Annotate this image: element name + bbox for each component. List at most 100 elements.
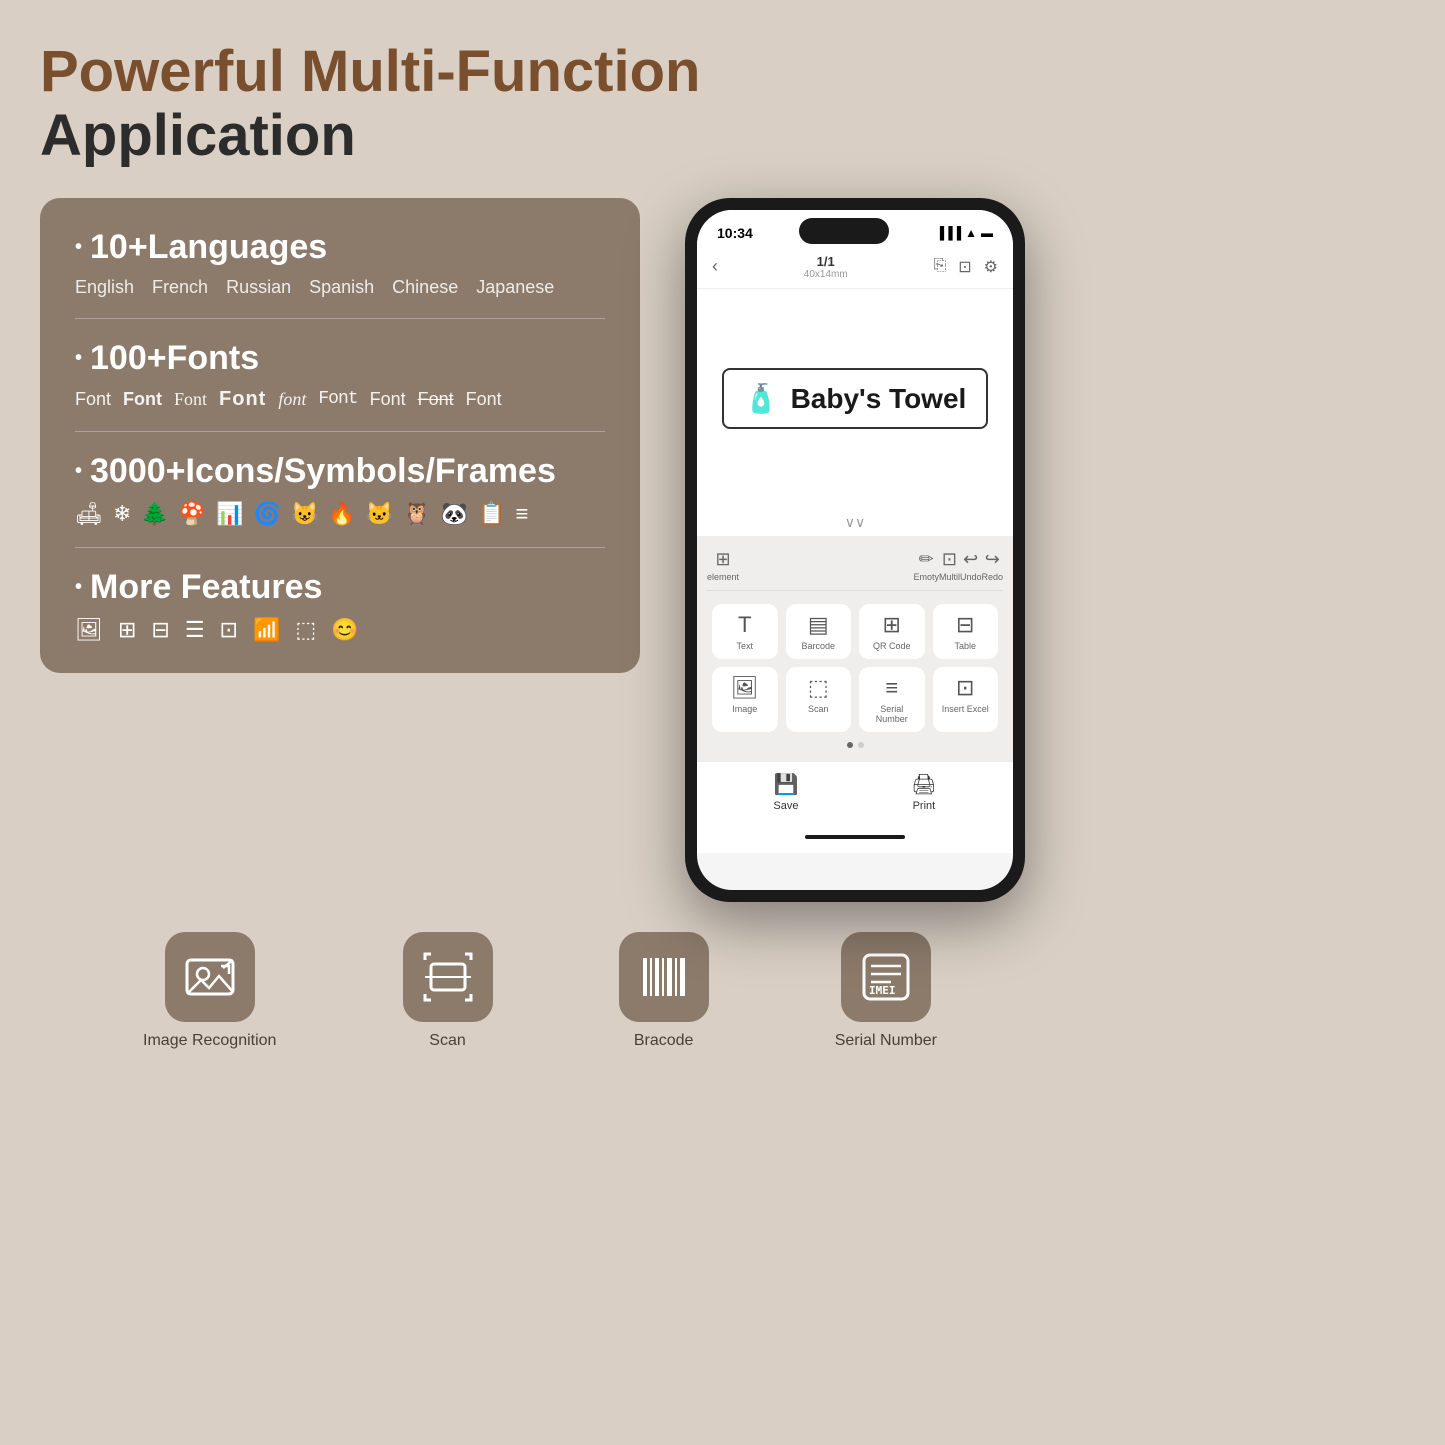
bullet-icon: • [75, 347, 82, 370]
toolbar-top: ⊞ element ✏ Emoty ⊡ Multil [707, 544, 1003, 591]
icon-face2: 🐱 [366, 501, 393, 527]
serial-label: Serial Number [863, 704, 921, 724]
icon-layers: 📋 [478, 501, 505, 527]
more-features-section: • More Features 🖼 ⊞ ⊟ ☰ ⊡ 📶 ⬚ 😊 [75, 568, 605, 643]
page-size: 40x14mm [804, 269, 848, 280]
scan-label-bottom: Scan [429, 1032, 465, 1050]
wifi-icon: ▲ [965, 226, 977, 240]
undo-btn[interactable]: ↩ Undo [960, 549, 982, 582]
more-features-row: 🖼 ⊞ ⊟ ☰ ⊡ 📶 ⬚ 😊 [75, 617, 605, 643]
tool-image[interactable]: 🖼 Image [712, 667, 778, 732]
icon-snowflake: ❄ [113, 501, 131, 527]
font-sample-4: Font [219, 388, 266, 411]
page-info: 1/1 40x14mm [804, 254, 848, 280]
settings-icon[interactable]: ⚙ [984, 257, 998, 277]
zoom-icon[interactable]: ⊡ [958, 257, 971, 277]
canvas-area: 🧴 Baby's Towel [697, 289, 1013, 509]
phone-container: 10:34 ▐▐▐ ▲ ▬ ‹ 1/1 40x14mm [670, 198, 1040, 902]
fonts-row: Font Font Font Font font Font Font Font … [75, 388, 605, 411]
page-number: 1/1 [804, 254, 848, 269]
text-label: Text [736, 641, 753, 651]
bottom-scan: Scan [403, 932, 493, 1050]
serial-icon: ≡ [885, 675, 898, 701]
feat-scan: ⬚ [295, 617, 316, 643]
feat-table: ⊡ [220, 617, 238, 643]
header-section: Powerful Multi-Function Application [40, 40, 1040, 168]
icon-face1: 😺 [291, 501, 318, 527]
multil-btn[interactable]: ⊡ Multil [939, 549, 960, 582]
emoty-btn[interactable]: ✏ Emoty [913, 549, 939, 582]
element-btn[interactable]: ⊞ element [707, 549, 739, 582]
icon-lines: ≡ [515, 501, 528, 527]
redo-label: Redo [981, 572, 1003, 582]
barcode-label: Barcode [801, 641, 835, 651]
image-recognition-label: Image Recognition [143, 1032, 276, 1050]
redo-btn[interactable]: ↪ Redo [981, 549, 1003, 582]
feat-qr: ⊟ [151, 617, 169, 643]
page-dots [707, 737, 1003, 753]
signal-icon: ▐▐▐ [936, 226, 962, 240]
status-icons: ▐▐▐ ▲ ▬ [936, 226, 993, 240]
copy-icon[interactable]: ⎘ [933, 257, 946, 277]
back-button[interactable]: ‹ [712, 256, 718, 277]
bullet-icon: • [75, 576, 82, 599]
icon-panda: 🐼 [441, 501, 468, 527]
tool-barcode[interactable]: ▤ Barcode [786, 604, 852, 659]
tool-serial[interactable]: ≡ Serial Number [859, 667, 925, 732]
table-icon: ⊟ [956, 612, 974, 638]
feat-smile: 😊 [331, 617, 358, 643]
icon-sofa: 🛋 [75, 501, 103, 527]
fonts-section: • 100+Fonts Font Font Font Font font Fon… [75, 339, 605, 432]
multil-icon: ⊡ [942, 549, 957, 570]
icon-fire: 🔥 [328, 501, 355, 527]
print-icon: 🖨 [911, 772, 936, 797]
save-label: Save [773, 800, 798, 812]
icon-owl: 🦉 [403, 501, 430, 527]
print-label: Print [913, 800, 936, 812]
icon-mushroom: 🍄 [179, 501, 206, 527]
font-sample-9: Font [466, 389, 502, 410]
qrcode-icon: ⊞ [883, 612, 901, 638]
feat-frame: ⊞ [118, 617, 136, 643]
lang-spanish: Spanish [309, 277, 374, 298]
scan-label: Scan [808, 704, 829, 714]
barcode-label: Bracode [634, 1032, 694, 1050]
fonts-title: • 100+Fonts [75, 339, 605, 378]
lang-chinese: Chinese [392, 277, 458, 298]
languages-title: • 10+Languages [75, 228, 605, 267]
tool-qrcode[interactable]: ⊞ QR Code [859, 604, 925, 659]
tool-text[interactable]: T Text [712, 604, 778, 659]
bottom-image-recognition: Image Recognition [143, 932, 276, 1050]
label-text: Baby's Towel [791, 383, 967, 415]
print-action[interactable]: 🖨 Print [911, 772, 936, 812]
grid-tools: T Text ▤ Barcode ⊞ QR Code [707, 599, 1003, 737]
icons-title: • 3000+Icons/Symbols/Frames [75, 452, 605, 491]
tool-table[interactable]: ⊟ Table [933, 604, 999, 659]
phone-screen: 10:34 ▐▐▐ ▲ ▬ ‹ 1/1 40x14mm [697, 210, 1013, 890]
title-line1: Powerful Multi-Function [40, 40, 1040, 104]
undo-label: Undo [960, 572, 982, 582]
feature-panel: • 10+Languages English French Russian Sp… [40, 198, 640, 673]
save-action[interactable]: 💾 Save [773, 772, 798, 812]
table-label: Table [954, 641, 976, 651]
more-features-title: • More Features [75, 568, 605, 607]
lang-russian: Russian [226, 277, 291, 298]
bullet-icon: • [75, 460, 82, 483]
dot-1 [847, 742, 853, 748]
tool-excel[interactable]: ⊡ Insert Excel [933, 667, 999, 732]
label-preview: 🧴 Baby's Towel [722, 368, 989, 429]
serial-icon-svg: IMEI [861, 952, 911, 1002]
icon-fan: 🌀 [254, 501, 281, 527]
barcode-box [619, 932, 709, 1022]
element-label: element [707, 572, 739, 582]
undo-icon: ↩ [963, 549, 978, 570]
battery-icon: ▬ [981, 226, 993, 240]
font-sample-6: Font [318, 389, 357, 409]
barcode-icon: ▤ [808, 612, 829, 638]
feat-list: ☰ [185, 617, 205, 643]
serial-label-bottom: Serial Number [835, 1032, 937, 1050]
tool-scan[interactable]: ⬚ Scan [786, 667, 852, 732]
scan-icon-svg [423, 952, 473, 1002]
emoty-label: Emoty [913, 572, 939, 582]
emoty-icon: ✏ [919, 549, 934, 570]
